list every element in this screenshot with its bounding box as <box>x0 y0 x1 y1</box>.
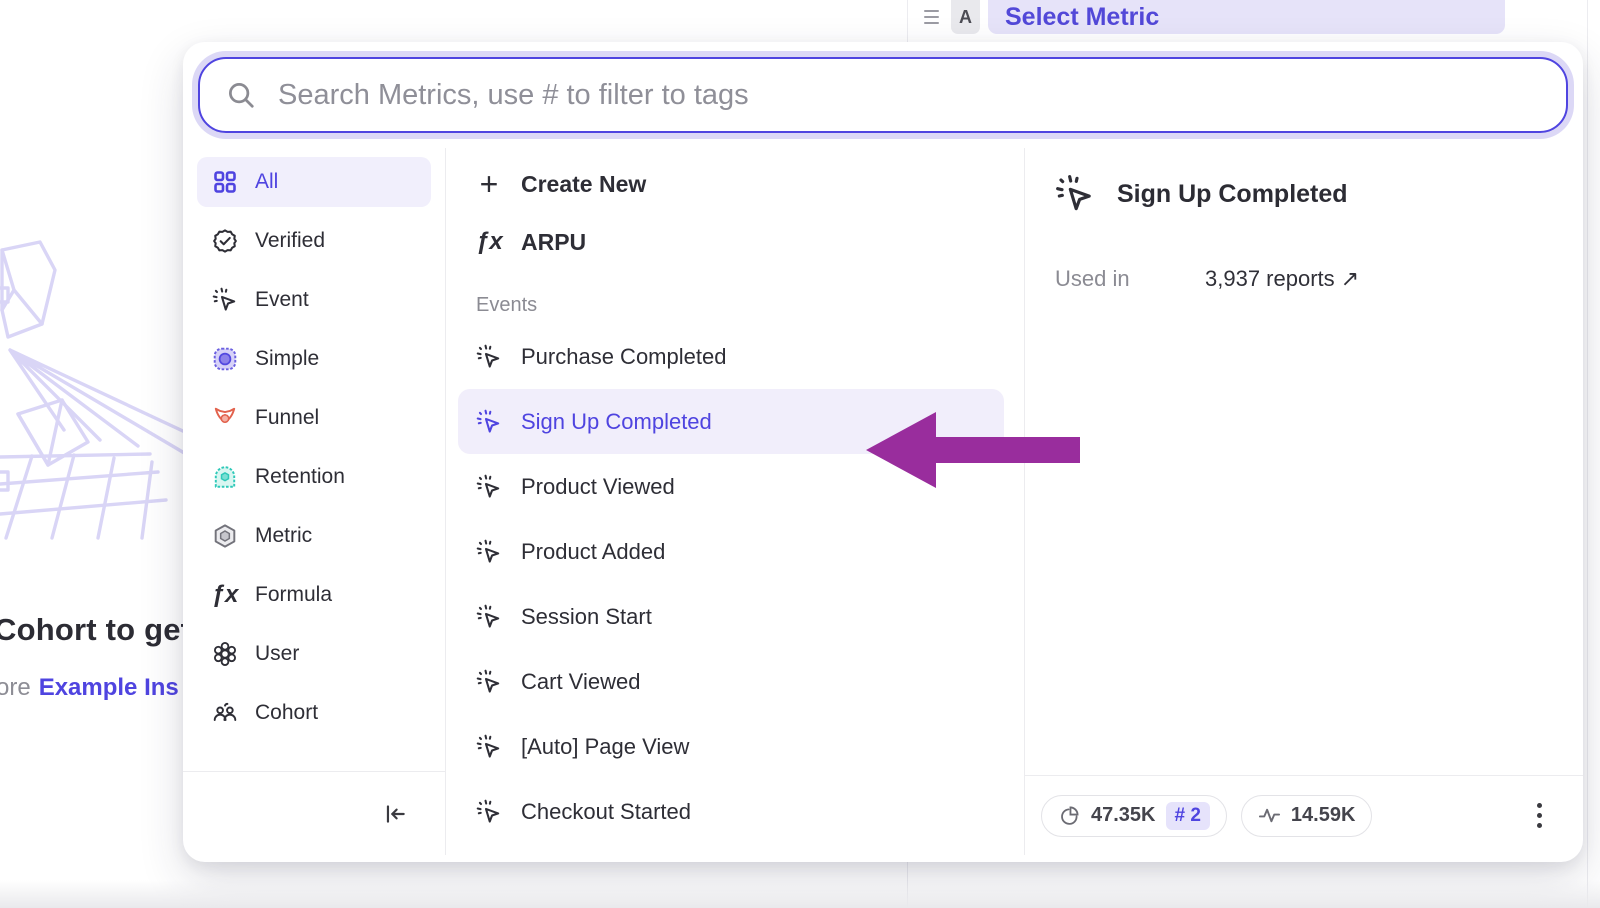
select-metric-label: Select Metric <box>1005 3 1159 32</box>
list-item-session-start[interactable]: Session Start <box>458 584 1004 649</box>
event-icon <box>476 604 502 630</box>
category-sidebar: All Verified Event Simple Funnel <box>183 148 446 855</box>
used-in-label: Used in <box>1055 266 1205 292</box>
rank-badge: # 2 <box>1166 802 1210 830</box>
sidebar-item-event[interactable]: Event <box>197 275 431 325</box>
list-item-purchase-completed[interactable]: Purchase Completed <box>458 324 1004 389</box>
list-item-sign-up-completed[interactable]: Sign Up Completed <box>458 389 1004 454</box>
metric-detail-title: Sign Up Completed <box>1117 180 1348 209</box>
sidebar-item-simple[interactable]: Simple <box>197 334 431 384</box>
select-metric-dialog: All Verified Event Simple Funnel <box>183 42 1583 862</box>
list-item-product-viewed[interactable]: Product Viewed <box>458 454 1004 519</box>
event-icon <box>476 474 502 500</box>
category-list: All Verified Event Simple Funnel <box>183 148 445 771</box>
event-icon <box>476 734 502 760</box>
metric-detail-panel: Sign Up Completed Used in 3,937 reports … <box>1025 148 1583 855</box>
formula-fx-icon: ƒx <box>476 230 502 254</box>
search-icon <box>226 80 256 110</box>
list-item-label: Session Start <box>521 604 652 630</box>
sidebar-item-label: Cohort <box>255 701 318 725</box>
detail-footer: 47.35K # 2 14.59K <box>1025 775 1583 855</box>
formula-fx-icon: ƒx <box>212 582 238 608</box>
used-in-reports-link[interactable]: 3,937 reports ↗ <box>1205 266 1359 292</box>
funnel-icon <box>212 405 238 431</box>
list-item-auto-page-view[interactable]: [Auto] Page View <box>458 714 1004 779</box>
background-link-line: ore Example Ins <box>0 674 179 702</box>
search-input[interactable] <box>278 79 1540 112</box>
collapse-left-icon[interactable] <box>375 794 415 834</box>
example-insights-link[interactable]: Example Ins <box>39 674 179 701</box>
event-icon <box>476 539 502 565</box>
series-a-badge[interactable]: A <box>951 0 980 34</box>
sidebar-footer <box>183 771 445 855</box>
sidebar-item-label: Funnel <box>255 406 319 430</box>
total-count-pill[interactable]: 47.35K # 2 <box>1041 795 1227 837</box>
sidebar-item-all[interactable]: All <box>197 157 431 207</box>
list-item-checkout-started[interactable]: Checkout Started <box>458 779 1004 844</box>
more-options-kebab-icon[interactable] <box>1521 798 1557 834</box>
search-area <box>183 42 1583 133</box>
sidebar-item-label: Retention <box>255 465 345 489</box>
list-item-label: Purchase Completed <box>521 344 726 370</box>
list-item-label: ARPU <box>521 229 586 256</box>
event-icon <box>476 799 502 825</box>
sidebar-item-label: Event <box>255 288 309 312</box>
sidebar-item-label: Simple <box>255 347 319 371</box>
sidebar-item-funnel[interactable]: Funnel <box>197 393 431 443</box>
background-wireframe-illustration <box>0 222 200 552</box>
verified-seal-icon <box>212 228 238 254</box>
metric-row-header: A Select Metric <box>908 0 1587 34</box>
unique-count-value: 14.59K <box>1291 804 1356 827</box>
sidebar-item-label: Formula <box>255 583 332 607</box>
create-new-label: Create New <box>521 171 646 198</box>
list-item-label: [Auto] Page View <box>521 734 689 760</box>
list-item-arpu[interactable]: ƒx ARPU <box>458 216 1004 268</box>
total-count-value: 47.35K <box>1091 804 1156 827</box>
event-icon <box>476 669 502 695</box>
sidebar-item-user[interactable]: User <box>197 629 431 679</box>
simple-icon <box>212 346 238 372</box>
plus-icon: + <box>476 168 502 200</box>
sidebar-item-retention[interactable]: Retention <box>197 452 431 502</box>
list-item-label: Checkout Started <box>521 799 691 825</box>
create-new-button[interactable]: + Create New <box>458 158 1004 210</box>
sidebar-item-label: Verified <box>255 229 325 253</box>
list-item-cart-viewed[interactable]: Cart Viewed <box>458 649 1004 714</box>
search-box[interactable] <box>198 57 1568 133</box>
pie-chart-icon <box>1058 804 1081 827</box>
event-icon <box>212 287 238 313</box>
grid-icon <box>212 169 238 195</box>
pulse-icon <box>1258 804 1281 827</box>
event-icon <box>1055 174 1095 214</box>
unique-count-pill[interactable]: 14.59K <box>1241 795 1373 837</box>
cohort-people-icon <box>212 700 238 726</box>
event-icon <box>476 409 502 435</box>
sidebar-item-label: Metric <box>255 524 312 548</box>
sidebar-item-label: All <box>255 170 278 194</box>
events-section-label: Events <box>458 286 1004 324</box>
sidebar-item-verified[interactable]: Verified <box>197 216 431 266</box>
user-cluster-icon <box>212 641 238 667</box>
list-item-label: Product Added <box>521 539 665 565</box>
metric-list: + Create New ƒx ARPU Events Purchase Com… <box>446 148 1025 855</box>
metric-hexagon-icon <box>212 523 238 549</box>
list-item-label: Cart Viewed <box>521 669 640 695</box>
event-icon <box>476 344 502 370</box>
sidebar-item-formula[interactable]: ƒx Formula <box>197 570 431 620</box>
sidebar-item-label: User <box>255 642 299 666</box>
retention-icon <box>212 464 238 490</box>
list-item-label: Product Viewed <box>521 474 675 500</box>
sidebar-item-metric[interactable]: Metric <box>197 511 431 561</box>
link-prefix-text: ore <box>0 674 31 701</box>
dialog-content: All Verified Event Simple Funnel <box>183 148 1583 855</box>
drag-handle-icon[interactable] <box>924 10 939 24</box>
list-item-label: Sign Up Completed <box>521 409 712 435</box>
sidebar-item-cohort[interactable]: Cohort <box>197 688 431 738</box>
list-item-product-added[interactable]: Product Added <box>458 519 1004 584</box>
select-metric-chip[interactable]: Select Metric <box>988 0 1505 34</box>
